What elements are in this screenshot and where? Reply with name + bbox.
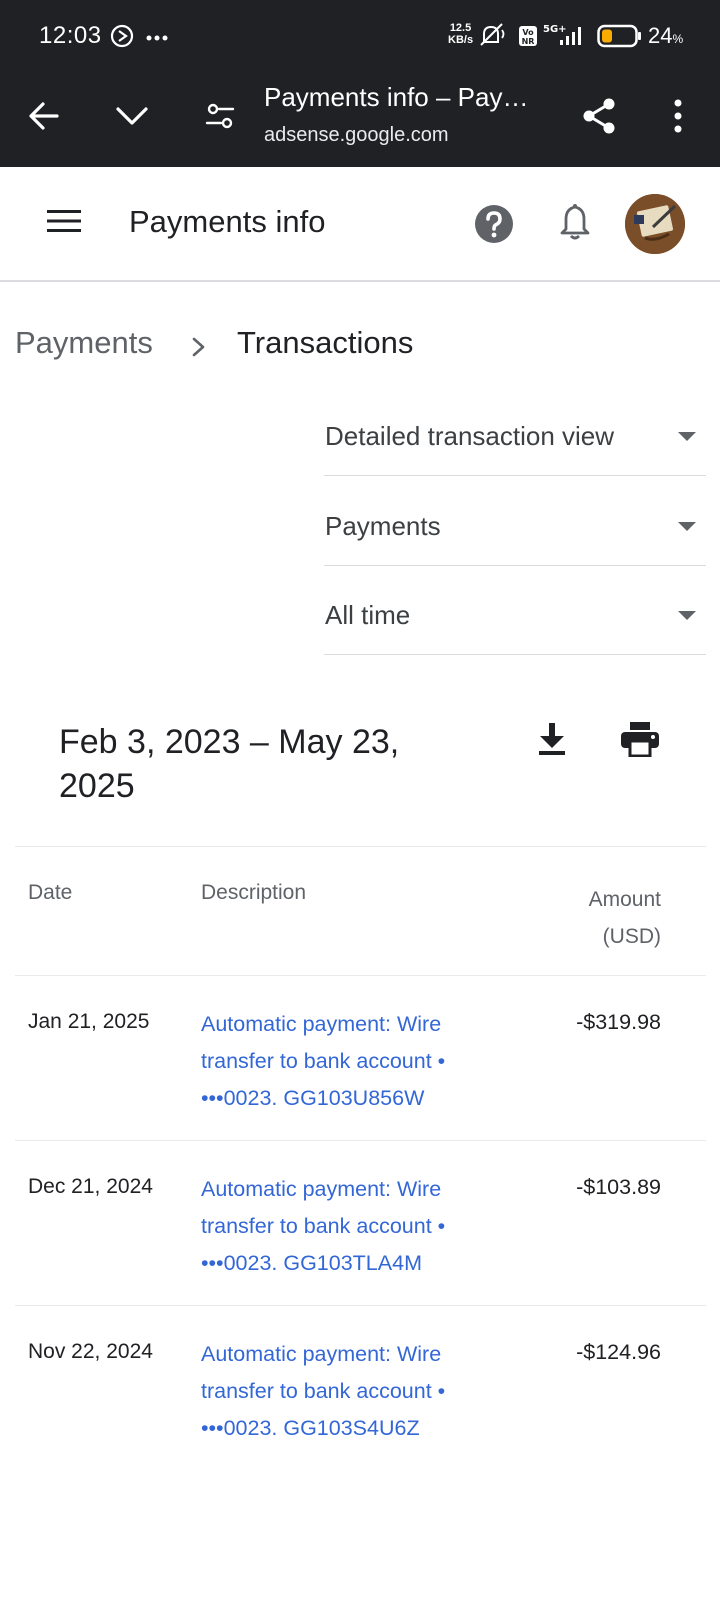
svg-text:NR: NR (522, 37, 535, 46)
view-type-label: Detailed transaction view (325, 421, 615, 451)
browser-chrome: 12:03 12.5 KB/s Vo NR 5G+ 24% Payments i… (0, 0, 720, 167)
battery-percent-value: 24 (648, 23, 673, 48)
download-button[interactable] (529, 718, 575, 764)
more-notifications-icon (145, 30, 169, 48)
amount-header-unit: (USD) (602, 925, 661, 948)
app-header: Payments info (0, 167, 720, 282)
site-settings-button[interactable] (194, 92, 246, 144)
page-title: Payments info (129, 204, 326, 239)
table-row: Dec 21, 2024 Automatic payment: Wire tra… (15, 1141, 706, 1306)
transaction-type-dropdown[interactable]: Payments (324, 477, 706, 566)
svg-text:Vo: Vo (522, 28, 534, 37)
status-time: 12:03 (39, 22, 102, 49)
transaction-amount: -$124.96 (576, 1340, 661, 1364)
do-not-disturb-icon (110, 24, 134, 53)
transaction-date: Nov 22, 2024 (28, 1340, 153, 1363)
back-arrow-icon (27, 99, 61, 138)
transaction-amount: -$319.98 (576, 1010, 661, 1034)
breadcrumb-current: Transactions (237, 325, 414, 360)
transactions-table: Date Description Amount (USD) Jan 21, 20… (15, 846, 706, 1471)
battery-icon (597, 24, 643, 53)
download-icon (538, 722, 566, 761)
print-icon (620, 721, 660, 762)
transaction-description-link[interactable]: Automatic payment: Wire transfer to bank… (201, 1171, 501, 1282)
avatar (625, 194, 685, 254)
help-icon (470, 205, 518, 252)
table-header: Date Description Amount (USD) (15, 846, 706, 976)
breadcrumb: Payments Transactions (15, 325, 413, 365)
transaction-date: Jan 21, 2025 (28, 1010, 150, 1033)
network-speed-value: 12.5 (449, 22, 472, 34)
signal-5g-icon: 5G+ (543, 22, 583, 53)
browser-toolbar: Payments info – Pay… adsense.google.com (0, 72, 720, 167)
menu-button[interactable] (38, 197, 90, 249)
more-options-button[interactable] (652, 92, 704, 144)
dropdown-arrow-icon (678, 611, 696, 620)
muted-icon (478, 22, 508, 53)
notifications-button[interactable] (551, 200, 599, 248)
transaction-type-label: Payments (325, 511, 441, 541)
transaction-amount: -$103.89 (576, 1175, 661, 1199)
tab-title[interactable]: Payments info – Pay… (264, 82, 528, 113)
menu-icon (47, 209, 81, 238)
date-range-title: Feb 3, 2023 – May 23, 2025 (59, 723, 400, 805)
transaction-date: Dec 21, 2024 (28, 1175, 153, 1198)
transaction-description-link[interactable]: Automatic payment: Wire transfer to bank… (201, 1336, 501, 1447)
collapse-button[interactable] (106, 92, 158, 144)
tune-icon (205, 103, 235, 134)
column-header-amount: Amount (USD) (541, 881, 661, 955)
date-range-label: All time (325, 600, 411, 630)
breadcrumb-payments-link[interactable]: Payments (15, 325, 153, 360)
chevron-down-icon (115, 105, 149, 132)
amount-header-label: Amount (588, 888, 661, 911)
url-bar[interactable]: adsense.google.com (264, 124, 449, 147)
battery-percent: 24% (648, 23, 683, 49)
svg-text:5G+: 5G+ (543, 24, 567, 35)
more-vert-icon (673, 99, 683, 138)
column-header-description: Description (201, 881, 307, 904)
battery-percent-unit: % (672, 32, 684, 46)
share-button[interactable] (573, 92, 625, 144)
volte-icon: Vo NR (518, 25, 538, 52)
chevron-right-icon (190, 331, 208, 367)
column-header-date: Date (28, 881, 73, 904)
share-icon (581, 97, 617, 140)
account-avatar[interactable] (625, 194, 685, 254)
print-button[interactable] (617, 718, 663, 764)
help-button[interactable] (470, 200, 518, 248)
back-button[interactable] (18, 92, 70, 144)
transaction-description-link[interactable]: Automatic payment: Wire transfer to bank… (201, 1006, 501, 1117)
bell-icon (559, 203, 591, 246)
table-row: Jan 21, 2025 Automatic payment: Wire tra… (15, 976, 706, 1141)
view-type-dropdown[interactable]: Detailed transaction view (324, 387, 706, 476)
dropdown-arrow-icon (678, 432, 696, 441)
date-range-dropdown[interactable]: All time (324, 566, 706, 655)
dropdown-arrow-icon (678, 522, 696, 531)
table-row: Nov 22, 2024 Automatic payment: Wire tra… (15, 1306, 706, 1471)
network-speed-unit: KB/s (448, 34, 474, 46)
network-speed: 12.5 KB/s (448, 22, 473, 46)
status-bar: 12:03 12.5 KB/s Vo NR 5G+ 24% (0, 0, 720, 72)
